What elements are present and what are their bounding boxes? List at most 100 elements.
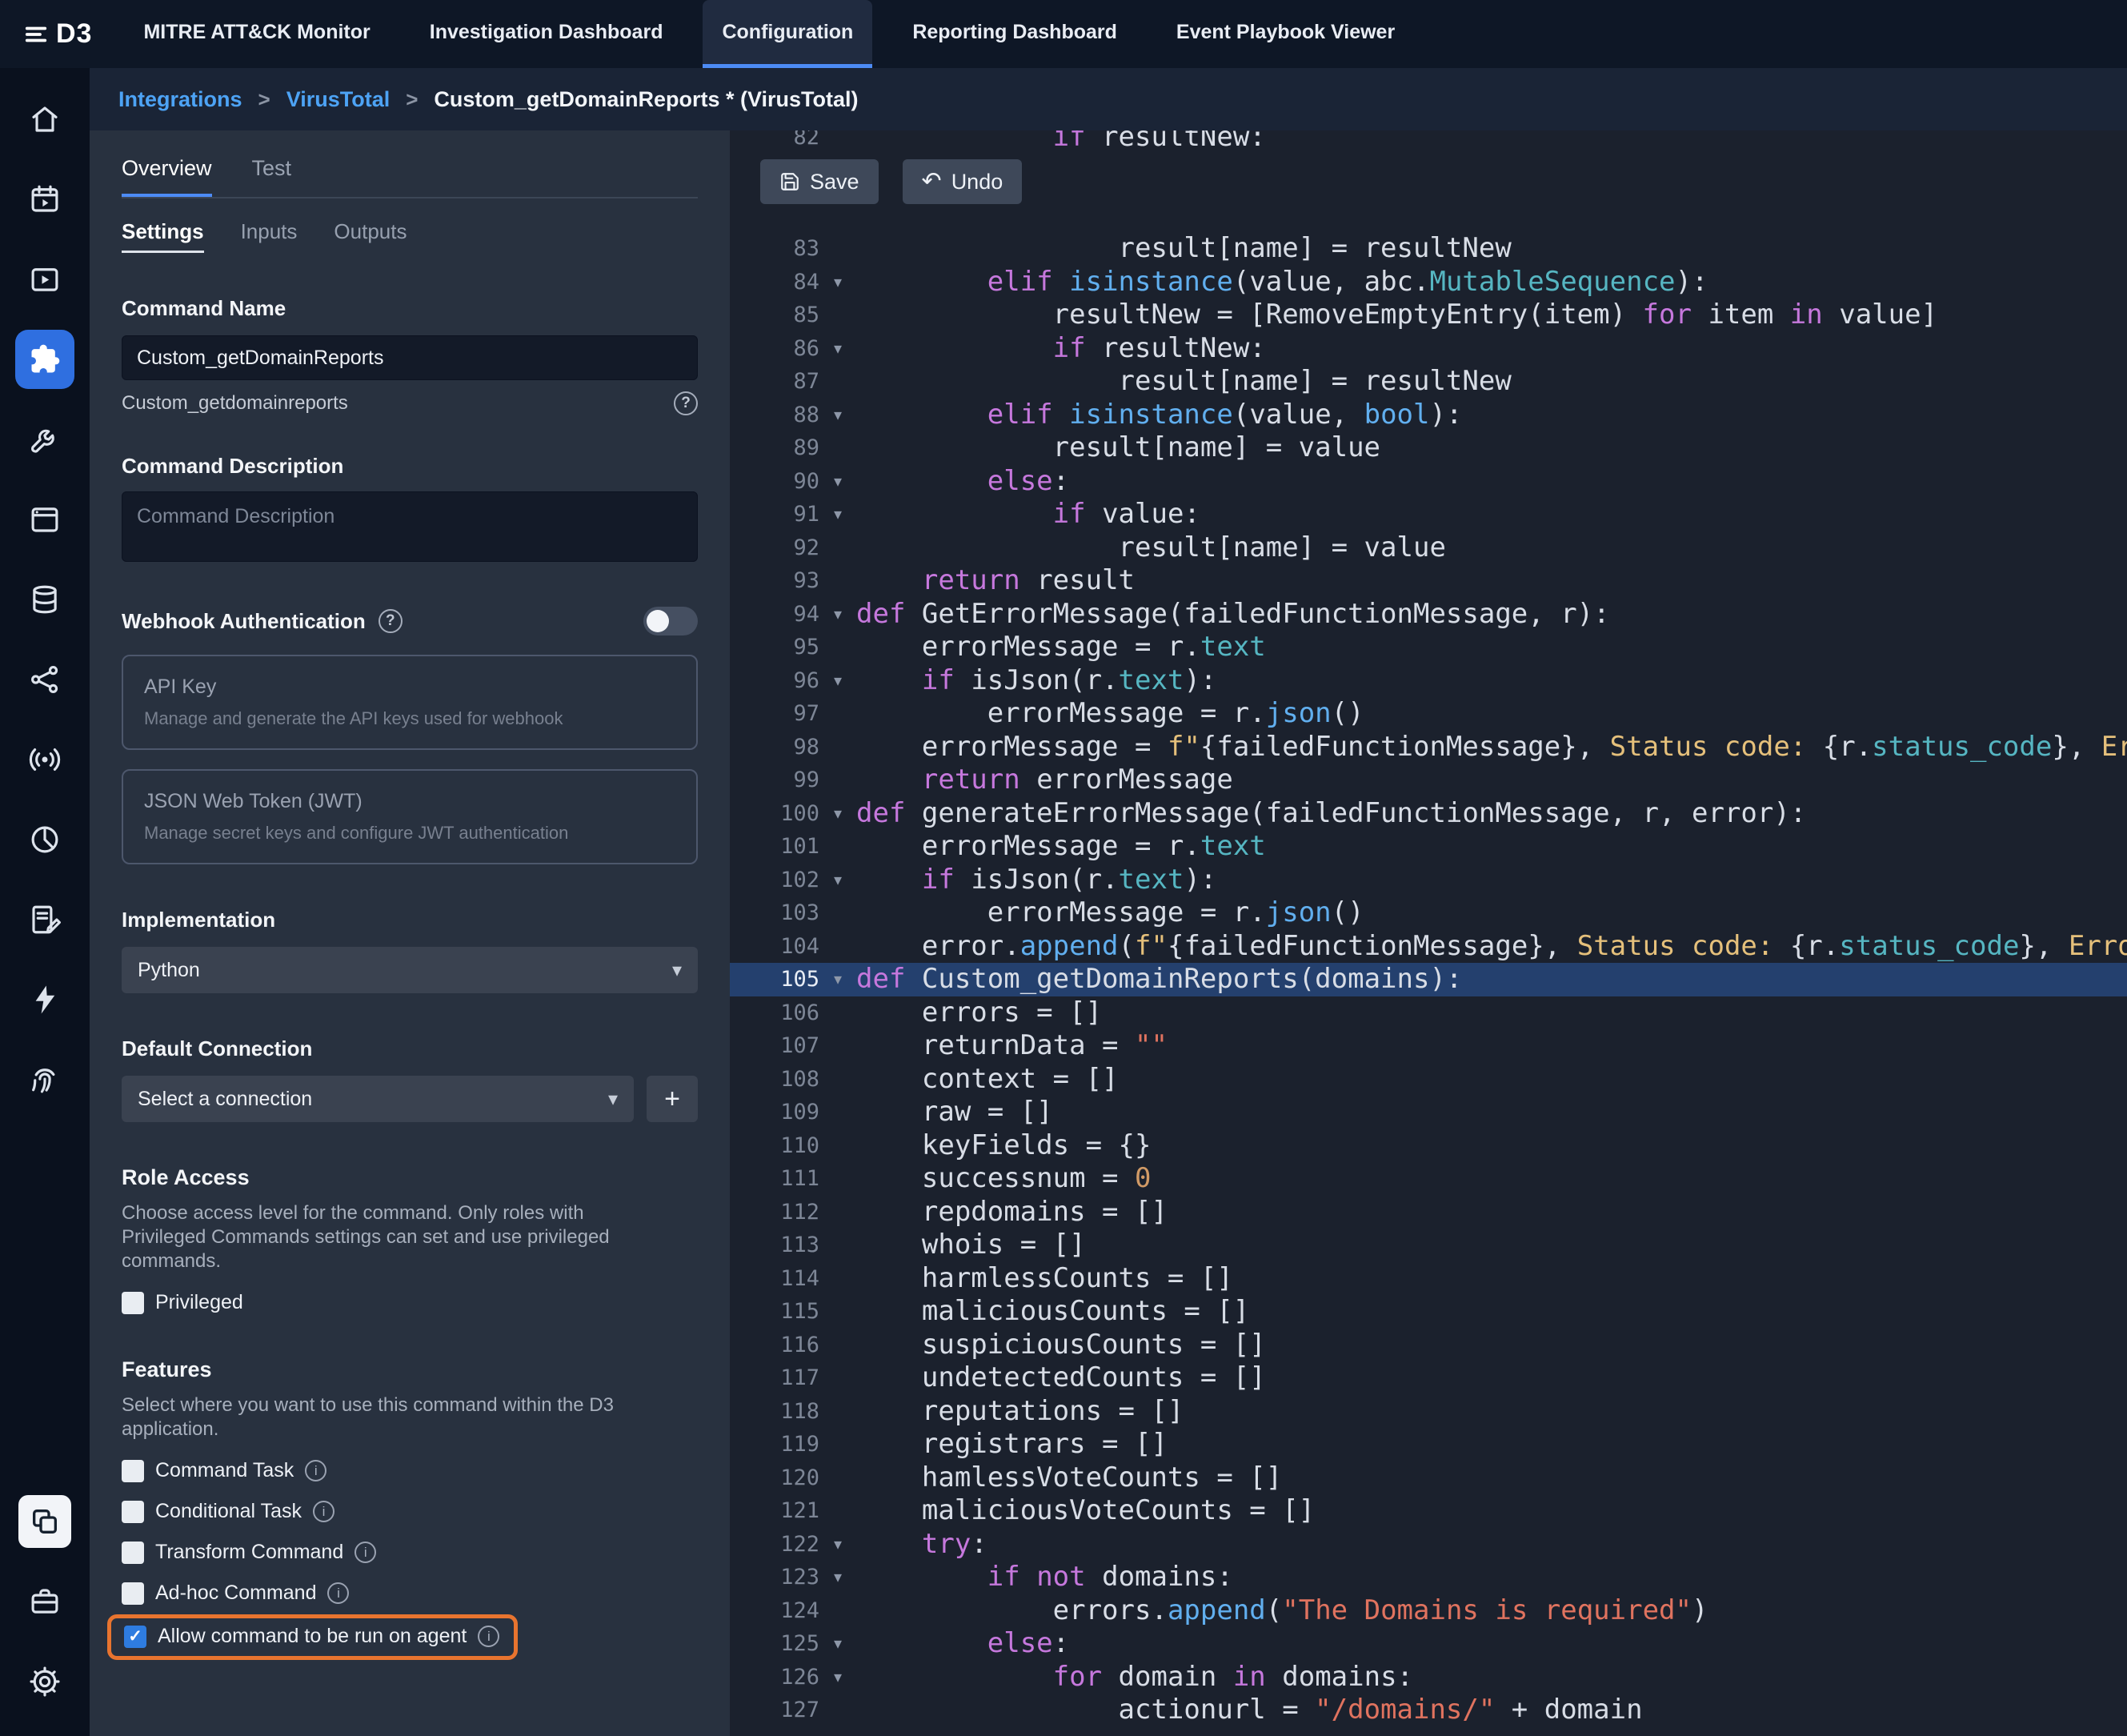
code-text[interactable]: undetectedCounts = [] bbox=[856, 1361, 1266, 1395]
code-text[interactable]: def GetErrorMessage(failedFunctionMessag… bbox=[856, 598, 1610, 631]
subtab-inputs[interactable]: Inputs bbox=[241, 219, 298, 253]
code-text[interactable]: successnum = 0 bbox=[856, 1162, 1151, 1196]
undo-button[interactable]: Undo bbox=[903, 159, 1023, 204]
code-line-85[interactable]: 85 resultNew = [RemoveEmptyEntry(item) f… bbox=[730, 299, 2127, 332]
fold-icon[interactable]: ▾ bbox=[819, 604, 856, 624]
sidebar-item-fingerprint[interactable] bbox=[0, 1040, 90, 1120]
fold-icon[interactable]: ▾ bbox=[819, 804, 856, 824]
fold-icon[interactable]: ▾ bbox=[819, 504, 856, 524]
code-line-118[interactable]: 118 reputations = [] bbox=[730, 1395, 2127, 1429]
code-text[interactable]: if value: bbox=[856, 498, 1200, 531]
code-text[interactable]: return result bbox=[856, 564, 1135, 598]
code-text[interactable]: errorMessage = f"{failedFunctionMessage}… bbox=[856, 731, 2127, 764]
sidebar-item-home[interactable] bbox=[0, 79, 90, 159]
code-line-100[interactable]: 100▾def generateErrorMessage(failedFunct… bbox=[730, 797, 2127, 831]
code-text[interactable]: errorMessage = r.text bbox=[856, 631, 1266, 664]
info-icon[interactable] bbox=[478, 1626, 499, 1647]
code-text[interactable]: else: bbox=[856, 465, 1069, 499]
code-text[interactable]: if resultNew: bbox=[856, 332, 1266, 366]
code-line-116[interactable]: 116 suspiciousCounts = [] bbox=[730, 1329, 2127, 1362]
code-line-103[interactable]: 103 errorMessage = r.json() bbox=[730, 896, 2127, 930]
adhoc-command-checkbox[interactable] bbox=[122, 1582, 144, 1605]
code-line-124[interactable]: 124 errors.append("The Domains is requir… bbox=[730, 1594, 2127, 1628]
info-icon[interactable] bbox=[305, 1460, 326, 1481]
run-on-agent-checkbox[interactable] bbox=[124, 1626, 146, 1648]
code-text[interactable]: keyFields = {} bbox=[856, 1129, 1151, 1163]
command-name-input[interactable]: Custom_getDomainReports bbox=[122, 335, 698, 380]
code-line-126[interactable]: 126▾ for domain in domains: bbox=[730, 1661, 2127, 1694]
connection-select[interactable]: Select a connection bbox=[122, 1076, 634, 1122]
code-line-117[interactable]: 117 undetectedCounts = [] bbox=[730, 1361, 2127, 1395]
feature-transform-command-row[interactable]: Transform Command bbox=[122, 1541, 698, 1564]
code-text[interactable]: errorMessage = r.text bbox=[856, 830, 1266, 864]
breadcrumb-integrations[interactable]: Integrations bbox=[118, 87, 242, 112]
sidebar-item-tools[interactable] bbox=[0, 399, 90, 479]
code-text[interactable]: harmlessCounts = [] bbox=[856, 1262, 1233, 1296]
code-line-115[interactable]: 115 maliciousCounts = [] bbox=[730, 1295, 2127, 1329]
nav-item-event-playbook-viewer[interactable]: Event Playbook Viewer bbox=[1157, 0, 1414, 68]
save-button[interactable]: Save bbox=[760, 159, 879, 204]
info-icon[interactable] bbox=[354, 1542, 376, 1563]
fold-icon[interactable]: ▾ bbox=[819, 969, 856, 989]
privileged-checkbox[interactable] bbox=[122, 1292, 144, 1314]
code-line-106[interactable]: 106 errors = [] bbox=[730, 996, 2127, 1030]
code-text[interactable]: def generateErrorMessage(failedFunctionM… bbox=[856, 797, 1806, 831]
code-text[interactable]: maliciousCounts = [] bbox=[856, 1295, 1249, 1329]
code-line-113[interactable]: 113 whois = [] bbox=[730, 1229, 2127, 1262]
breadcrumb-virustotal[interactable]: VirusTotal bbox=[286, 87, 391, 112]
code-line-84[interactable]: 84▾ elif isinstance(value, abc.MutableSe… bbox=[730, 266, 2127, 299]
code-line-119[interactable]: 119 registrars = [] bbox=[730, 1428, 2127, 1461]
code-line-110[interactable]: 110 keyFields = {} bbox=[730, 1129, 2127, 1163]
code-text[interactable]: actionurl = "/domains/" + domain bbox=[856, 1694, 1643, 1727]
subtab-outputs[interactable]: Outputs bbox=[334, 219, 407, 253]
privileged-checkbox-row[interactable]: Privileged bbox=[122, 1291, 698, 1314]
sidebar-item-video[interactable] bbox=[0, 239, 90, 319]
code-text[interactable]: hamlessVoteCounts = [] bbox=[856, 1461, 1282, 1495]
fold-icon[interactable]: ▾ bbox=[819, 870, 856, 890]
fold-icon[interactable]: ▾ bbox=[819, 1634, 856, 1654]
code-text[interactable]: errorMessage = r.json() bbox=[856, 697, 1364, 731]
code-line-123[interactable]: 123▾ if not domains: bbox=[730, 1561, 2127, 1594]
code-text[interactable]: suspiciousCounts = [] bbox=[856, 1329, 1266, 1362]
feature-conditional-task-row[interactable]: Conditional Task bbox=[122, 1500, 698, 1523]
jwt-card[interactable]: JSON Web Token (JWT) Manage secret keys … bbox=[122, 769, 698, 864]
code-text[interactable]: whois = [] bbox=[856, 1229, 1086, 1262]
subtab-settings[interactable]: Settings bbox=[122, 219, 204, 253]
code-text[interactable]: if isJson(r.text): bbox=[856, 664, 1216, 698]
code-line-120[interactable]: 120 hamlessVoteCounts = [] bbox=[730, 1461, 2127, 1495]
sidebar-item-form[interactable] bbox=[0, 880, 90, 960]
fold-icon[interactable]: ▾ bbox=[819, 272, 856, 292]
code-text[interactable]: else: bbox=[856, 1627, 1069, 1661]
code-text[interactable]: errorMessage = r.json() bbox=[856, 896, 1364, 930]
code-line-83[interactable]: 83 result[name] = resultNew bbox=[730, 232, 2127, 266]
code-line-107[interactable]: 107 returnData = "" bbox=[730, 1029, 2127, 1063]
nav-item-investigation-dashboard[interactable]: Investigation Dashboard bbox=[411, 0, 683, 68]
code-line-99[interactable]: 99 return errorMessage bbox=[730, 764, 2127, 797]
sidebar-item-calendar[interactable] bbox=[0, 159, 90, 239]
code-text[interactable]: return errorMessage bbox=[856, 764, 1233, 797]
code-line-86[interactable]: 86▾ if resultNew: bbox=[730, 332, 2127, 366]
info-icon[interactable] bbox=[313, 1501, 334, 1522]
code-editor[interactable]: 82 if resultNew: Save Undo 83 bbox=[730, 130, 2127, 1736]
code-line-127[interactable]: 127 actionurl = "/domains/" + domain bbox=[730, 1694, 2127, 1727]
command-description-input[interactable]: Command Description bbox=[122, 491, 698, 562]
nav-item-configuration[interactable]: Configuration bbox=[703, 0, 872, 68]
code-text[interactable]: errors.append("The Domains is required") bbox=[856, 1594, 1708, 1628]
fold-icon[interactable]: ▾ bbox=[819, 471, 856, 491]
code-line-102[interactable]: 102▾ if isJson(r.text): bbox=[730, 864, 2127, 897]
code-text[interactable]: if isJson(r.text): bbox=[856, 864, 1216, 897]
sidebar-item-settings[interactable] bbox=[0, 1642, 90, 1722]
code-text[interactable]: error.append(f"{failedFunctionMessage}, … bbox=[856, 930, 2127, 964]
code-line-82[interactable]: 82 if resultNew: bbox=[730, 130, 2127, 154]
code-line-108[interactable]: 108 context = [] bbox=[730, 1063, 2127, 1097]
conditional-task-checkbox[interactable] bbox=[122, 1501, 144, 1523]
code-line-94[interactable]: 94▾def GetErrorMessage(failedFunctionMes… bbox=[730, 598, 2127, 631]
code-text[interactable]: registrars = [] bbox=[856, 1428, 1168, 1461]
code-text[interactable]: for domain in domains: bbox=[856, 1661, 1413, 1694]
sidebar-item-case[interactable] bbox=[0, 1562, 90, 1642]
code-text[interactable]: errors = [] bbox=[856, 996, 1102, 1030]
nav-item-mitre-attack-monitor[interactable]: MITRE ATT&CK Monitor bbox=[124, 0, 389, 68]
code-line-95[interactable]: 95 errorMessage = r.text bbox=[730, 631, 2127, 664]
sidebar-item-broadcast[interactable] bbox=[0, 720, 90, 800]
code-line-112[interactable]: 112 repdomains = [] bbox=[730, 1196, 2127, 1229]
